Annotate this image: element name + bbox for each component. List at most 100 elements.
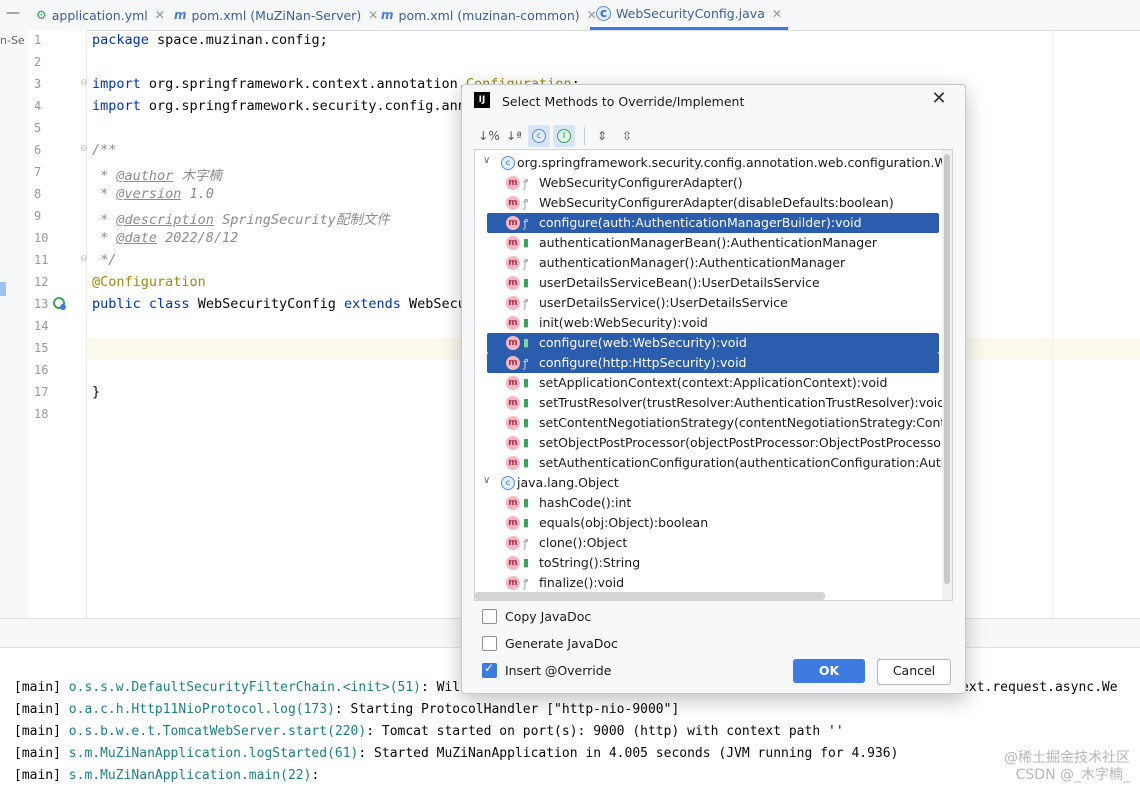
method-item[interactable]: m ▮ setContentNegotiationStrategy(contentN… [475, 413, 952, 433]
method-signature: toString():String [539, 555, 641, 570]
copy-javadoc-checkbox[interactable] [482, 608, 497, 624]
show-classes-icon[interactable]: c [528, 125, 550, 147]
ok-button[interactable]: OK [793, 659, 865, 683]
vertical-scrollbar[interactable] [942, 150, 952, 600]
code-line-8: * @version 1.0 [92, 186, 214, 202]
protected-icon: ꝭ [523, 257, 529, 270]
fold-marker-icon[interactable]: ⊖ [80, 144, 90, 154]
fold-marker-icon[interactable]: ⊖ [80, 254, 90, 264]
dialog-title: Select Methods to Override/Implement [502, 94, 745, 109]
method-item[interactable]: m ▮ toString():String [475, 553, 952, 573]
method-icon: m [506, 296, 520, 310]
insert-override-option[interactable]: Insert @Override [482, 661, 611, 679]
method-icon: m [506, 416, 520, 430]
method-icon: m [506, 176, 520, 190]
public-icon: ▮ [523, 236, 530, 249]
code-line-10: * @date 2022/8/12 [92, 230, 239, 246]
close-tab-icon[interactable]: ✕ [772, 7, 782, 21]
sort-alpha-icon[interactable]: ↓ª [503, 125, 525, 147]
tab-pom-common[interactable]: m pom.xml (muzinan-common) ✕ [381, 0, 597, 30]
method-item[interactable]: m ꝭ WebSecurityConfigurerAdapter() [475, 173, 952, 193]
public-icon: ▮ [523, 436, 530, 449]
collapse-all-icon[interactable]: ⇳ [616, 125, 638, 147]
close-tab-icon[interactable]: ✕ [155, 8, 165, 22]
method-item[interactable]: m ꝭ WebSecurityConfigurerAdapter(disableDe… [475, 193, 952, 213]
generate-javadoc-option[interactable]: Generate JavaDoc [482, 634, 618, 652]
code-line-13: public class WebSecurityConfig extends W… [92, 296, 466, 312]
tab-application-yml[interactable]: ⚙ application.yml ✕ [36, 0, 165, 30]
chevron-down-icon[interactable]: ∨ [483, 475, 490, 486]
tree-group-websecurity[interactable]: ∨ c org.springframework.security.config.… [475, 153, 952, 173]
method-item[interactable]: m ▮ equals(obj:Object):boolean [475, 513, 952, 533]
generate-javadoc-checkbox[interactable] [482, 635, 497, 651]
override-methods-dialog: IJ Select Methods to Override/Implement … [461, 84, 966, 694]
methods-tree[interactable]: ∨ c org.springframework.security.config.… [474, 149, 953, 601]
method-signature: WebSecurityConfigurerAdapter() [539, 175, 743, 190]
sort-visibility-icon[interactable]: ↓% [478, 125, 500, 147]
method-item-selected[interactable]: m ꝭ configure(http:HttpSecurity):void [487, 353, 939, 373]
expand-all-icon[interactable]: ⇕ [591, 125, 613, 147]
insert-override-checkbox[interactable] [482, 661, 497, 678]
tab-websecurityconfig[interactable]: c WebSecurityConfig.java ✕ [590, 0, 788, 30]
yml-file-icon: ⚙ [36, 8, 47, 22]
method-item-selected[interactable]: m ꝭ configure(auth:AuthenticationManagerBu… [487, 213, 939, 233]
method-icon: m [506, 456, 520, 470]
method-icon: m [506, 316, 520, 330]
method-item[interactable]: m ▮ setAuthenticationConfiguration(authent… [475, 453, 952, 473]
scrollbar-thumb[interactable] [944, 154, 950, 584]
method-item[interactable]: m ꝭ finalize():void [475, 573, 952, 593]
tab-pom-server[interactable]: m pom.xml (MuZiNan-Server) ✕ [174, 0, 378, 30]
code-line-6: /** [92, 142, 117, 158]
copy-javadoc-option[interactable]: Copy JavaDoc [482, 607, 591, 625]
public-icon: ▮ [523, 316, 530, 329]
code-line-7: * @author 木字楠 [92, 168, 222, 184]
method-item[interactable]: m ꝭ authenticationManager():Authentication… [475, 253, 952, 273]
method-item[interactable]: m ▮ setObjectPostProcessor(objectPostProce… [475, 433, 952, 453]
option-label: Generate JavaDoc [505, 635, 618, 651]
horizontal-scrollbar[interactable] [475, 592, 825, 600]
class-icon: c [501, 156, 515, 170]
chevron-down-icon[interactable]: ∨ [483, 155, 490, 166]
cancel-button[interactable]: Cancel [877, 659, 951, 685]
project-panel-strip: n-Se [0, 30, 29, 620]
method-item[interactable]: m ꝭ clone():Object [475, 533, 952, 553]
protected-icon: ꝭ [523, 297, 529, 310]
method-item[interactable]: m ▮ authenticationManagerBean():Authentica… [475, 233, 952, 253]
toolbar-separator [584, 127, 585, 145]
line-number: 14 [34, 319, 49, 333]
line-number: 3 [34, 77, 42, 91]
line-number-gutter: 1 2 3 4 5 6 7 8 9 10 11 12 13 14 15 16 1… [28, 30, 87, 620]
method-item[interactable]: m ▮ init(web:WebSecurity):void [475, 313, 952, 333]
line-number: 6 [34, 143, 42, 157]
method-item-selected[interactable]: m ▮ configure(web:WebSecurity):void [487, 333, 939, 353]
show-interfaces-icon[interactable]: I [553, 125, 575, 147]
spring-bean-gutter-icon[interactable] [52, 296, 68, 312]
line-number: 9 [34, 209, 42, 223]
method-icon: m [506, 396, 520, 410]
project-selection-marker [0, 282, 6, 296]
method-item[interactable]: m ▮ userDetailsServiceBean():UserDetailsSe… [475, 273, 952, 293]
fold-marker-icon[interactable]: ⊖ [80, 78, 90, 88]
protected-icon: ꝭ [523, 177, 529, 190]
group-label: org.springframework.security.config.anno… [517, 155, 953, 170]
protected-icon: ꝭ [523, 537, 529, 550]
method-item[interactable]: m ꝭ userDetailsService():UserDetailsServic… [475, 293, 952, 313]
method-signature: equals(obj:Object):boolean [539, 515, 709, 530]
method-item[interactable]: m ▮ setApplicationContext(context:Applicat… [475, 373, 952, 393]
public-icon: ▮ [523, 276, 530, 289]
method-item[interactable]: m ▮ hashCode():int [475, 493, 952, 513]
close-icon[interactable]: ✕ [929, 89, 949, 109]
line-number: 4 [34, 99, 42, 113]
method-icon: m [506, 516, 520, 530]
method-icon: m [506, 236, 520, 250]
close-tab-icon[interactable]: ✕ [368, 8, 378, 22]
minimize-icon[interactable]: — [4, 4, 22, 22]
maven-icon: m [381, 8, 394, 22]
editor-tab-bar: — ⚙ application.yml ✕ m pom.xml (MuZiNan… [0, 0, 1140, 31]
method-signature: userDetailsServiceBean():UserDetailsServ… [539, 275, 820, 290]
method-item[interactable]: m ▮ setTrustResolver(trustResolver:Authent… [475, 393, 952, 413]
tree-group-object[interactable]: ∨ c java.lang.Object [475, 473, 952, 493]
line-number: 16 [34, 363, 49, 377]
line-number: 12 [34, 275, 49, 289]
method-signature: setApplicationContext(context:Applicatio… [539, 375, 888, 390]
